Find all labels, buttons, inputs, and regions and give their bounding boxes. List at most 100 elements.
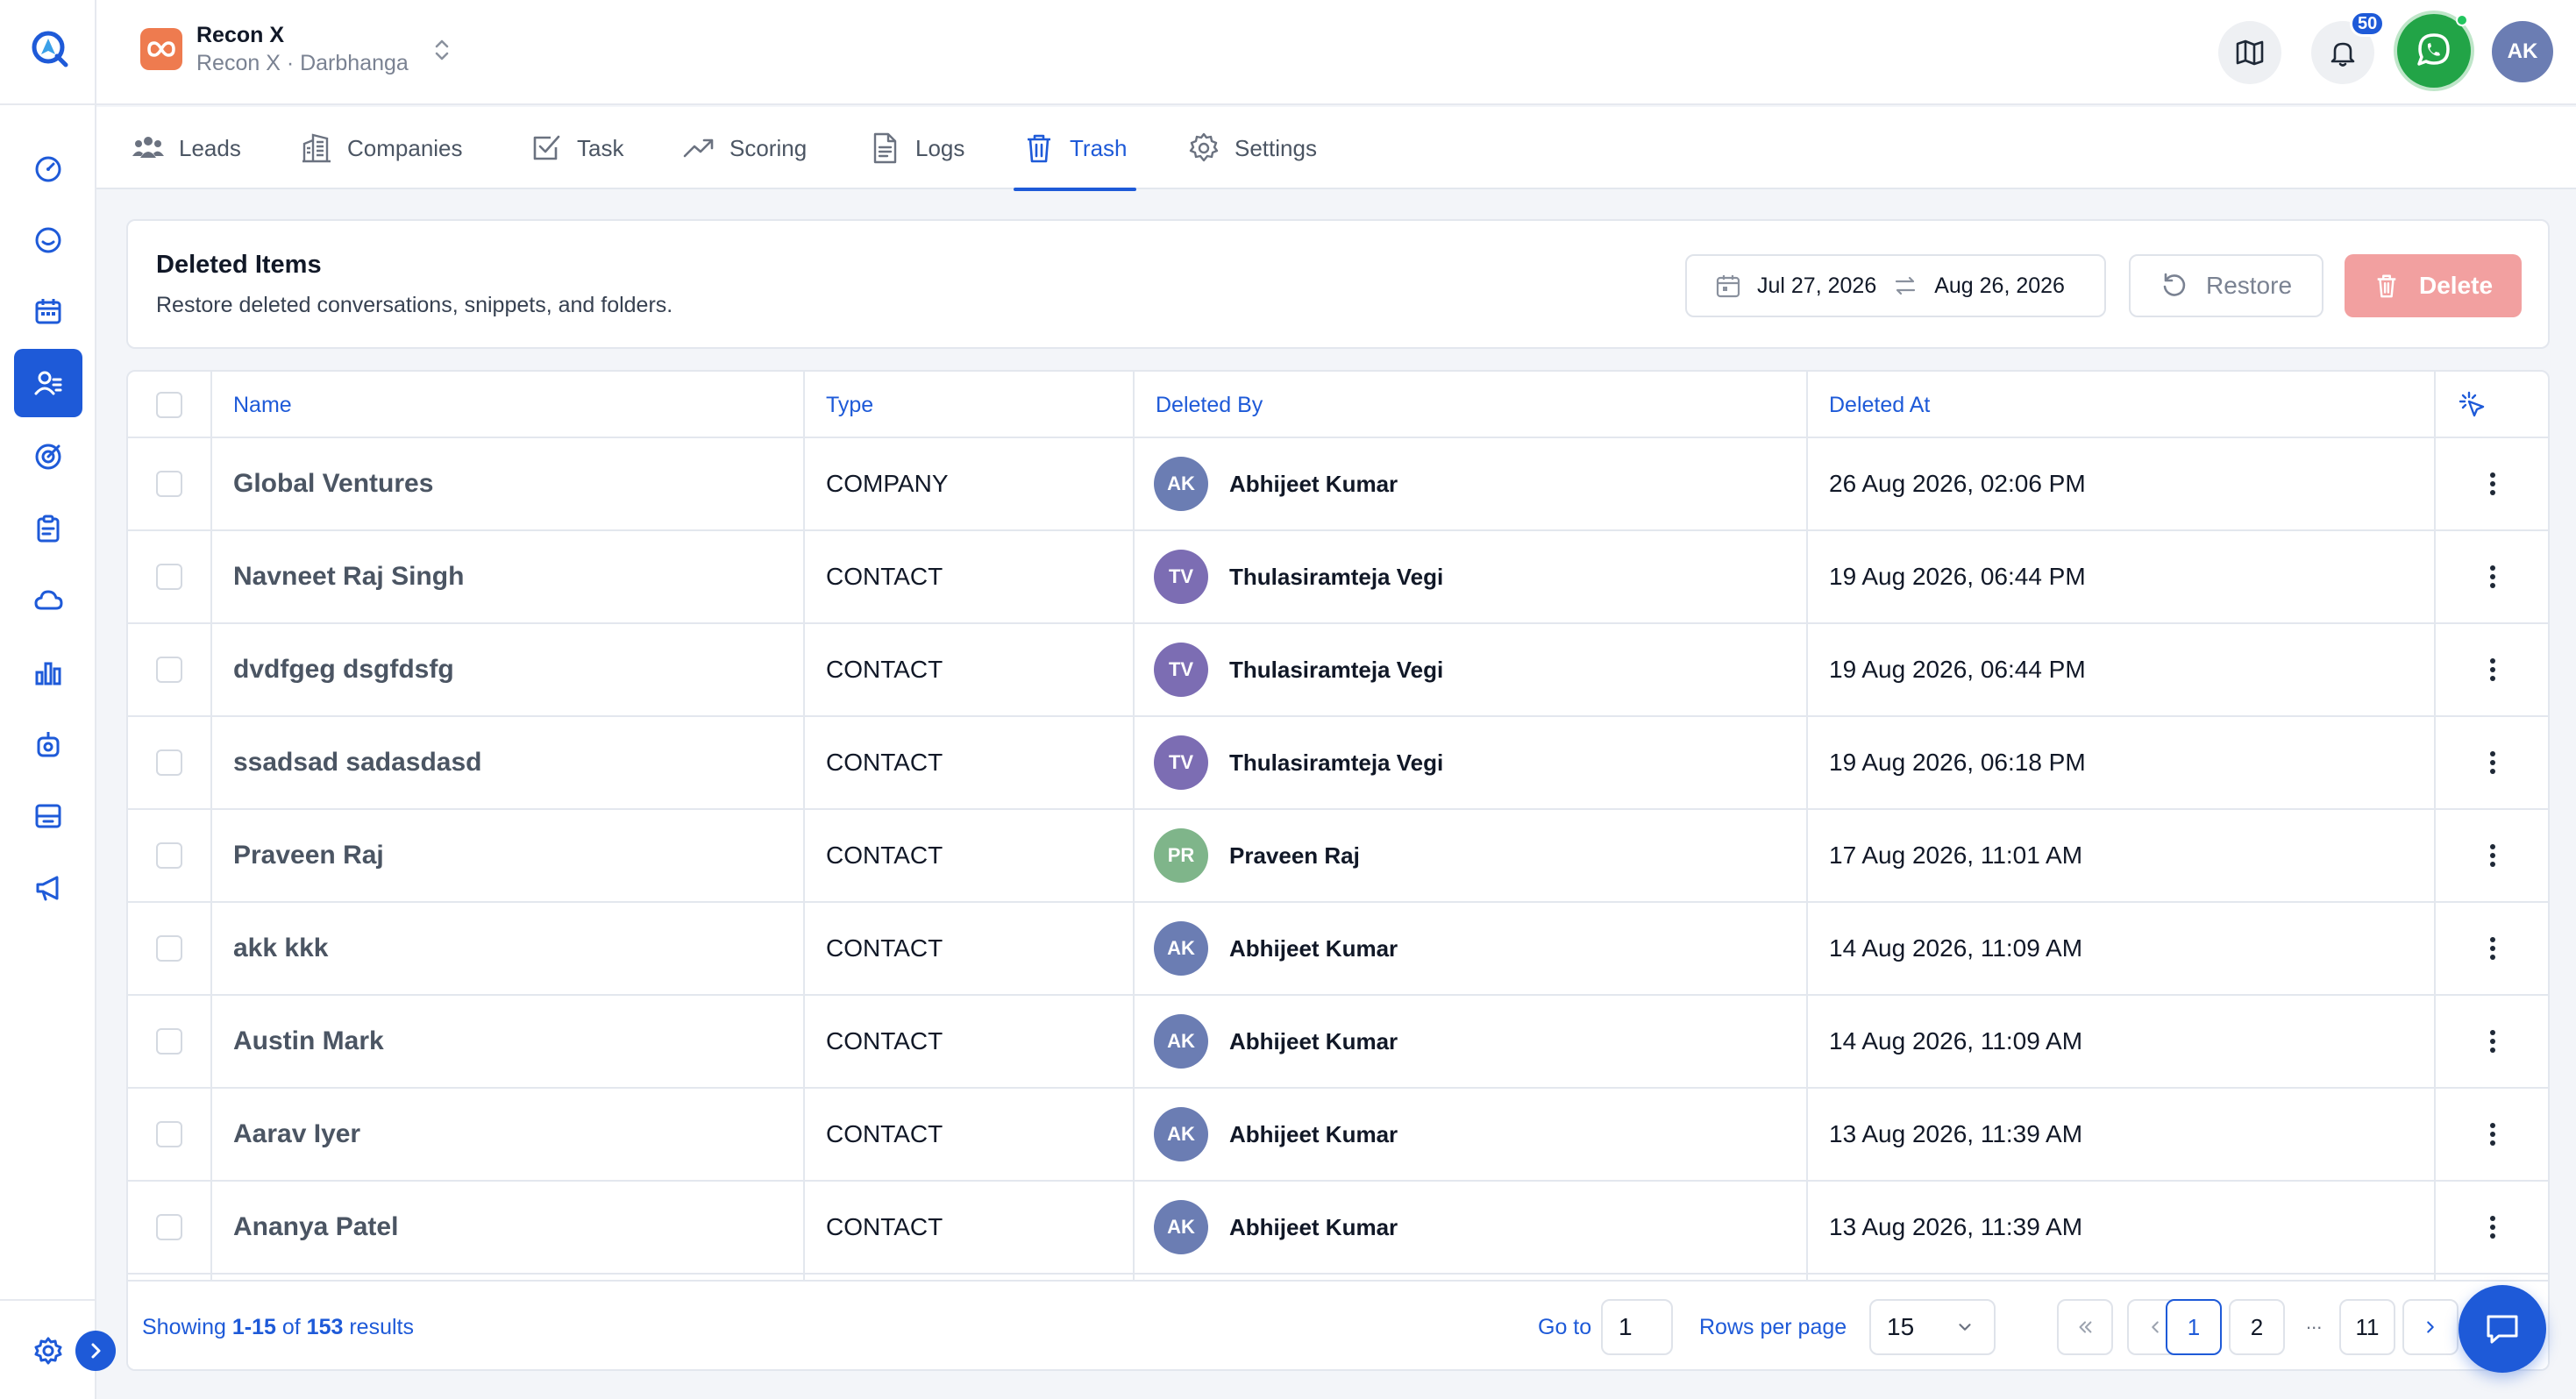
row-actions-button[interactable]	[2490, 438, 2497, 529]
restore-button[interactable]: Restore	[2129, 254, 2323, 317]
inbox-icon[interactable]	[26, 794, 70, 838]
item-name: akk kkk	[233, 934, 329, 962]
more-vertical-icon	[2490, 934, 2497, 963]
row-checkbox[interactable]	[156, 564, 182, 590]
row-checkbox[interactable]	[156, 657, 182, 683]
support-chat-button[interactable]	[2459, 1285, 2546, 1373]
deleted-items-header: Deleted Items Restore deleted conversati…	[126, 219, 2550, 349]
more-vertical-icon	[2490, 1119, 2497, 1149]
row-checkbox[interactable]	[156, 935, 182, 962]
deleted-at: 14 Aug 2026, 11:09 AM	[1829, 1027, 2083, 1055]
tab-logs[interactable]: Logs	[868, 107, 964, 189]
page-button-1[interactable]: 1	[2166, 1299, 2222, 1355]
restore-icon	[2163, 273, 2186, 296]
target-icon[interactable]	[26, 435, 70, 479]
table-row[interactable]: Global Ventures COMPANY AK Abhijeet Kumar 26…	[128, 438, 2548, 531]
table-row[interactable]: Ananya Patel CONTACT AK Abhijeet Kumar 13 Au…	[128, 1182, 2548, 1275]
row-actions-button[interactable]	[2490, 717, 2497, 808]
delete-label: Delete	[2418, 272, 2494, 299]
table-row[interactable]: dvdfgeg dsgfdsfg CONTACT TV Thulasiramteja …	[128, 624, 2548, 717]
avatar: PR	[1154, 828, 1208, 883]
rail-divider	[0, 103, 96, 105]
delete-button[interactable]: Delete	[2345, 254, 2522, 317]
more-vertical-icon	[2490, 562, 2497, 592]
clipboard-icon[interactable]	[26, 507, 70, 550]
deleted-by-cell: AK Abhijeet Kumar	[1154, 903, 1398, 994]
deleted-by-name: Abhijeet Kumar	[1229, 1027, 1398, 1055]
row-checkbox[interactable]	[156, 749, 182, 776]
row-actions-button[interactable]	[2490, 810, 2497, 901]
page-button-last[interactable]: 11	[2339, 1299, 2395, 1355]
user-avatar[interactable]: AK	[2492, 21, 2553, 82]
chat-bubble-icon[interactable]	[26, 219, 70, 263]
bot-icon[interactable]	[26, 722, 70, 766]
table-row[interactable]: Aarav Iyer CONTACT AK Abhijeet Kumar 13 Aug …	[128, 1089, 2548, 1182]
deleted-by-name: Thulasiramteja Vegi	[1229, 563, 1444, 590]
tab-companies-label: Companies	[347, 134, 463, 161]
workspace-switch-icon[interactable]	[431, 35, 452, 65]
date-from[interactable]: Jul 27, 2026	[1757, 273, 1876, 299]
deleted-by-cell: AK Abhijeet Kumar	[1154, 1089, 1398, 1180]
tab-trash-label: Trash	[1070, 134, 1128, 161]
goto-page-input[interactable]: 1	[1601, 1299, 1673, 1355]
deleted-by-name: Thulasiramteja Vegi	[1229, 656, 1444, 683]
row-actions-button[interactable]	[2490, 996, 2497, 1087]
row-select-cell	[156, 903, 182, 994]
showing-suffix: results	[349, 1315, 414, 1339]
table-row[interactable]: akk kkk CONTACT AK Abhijeet Kumar 14 Aug 202…	[128, 903, 2548, 996]
bar-chart-icon[interactable]	[26, 650, 70, 694]
column-header-deleted-by[interactable]: Deleted By	[1156, 372, 1263, 438]
workspace-subtitle[interactable]: Recon X · Darbhanga	[196, 51, 409, 76]
first-page-button[interactable]	[2057, 1299, 2113, 1355]
row-checkbox[interactable]	[156, 1214, 182, 1240]
column-settings-button[interactable]	[2457, 372, 2488, 438]
table-row[interactable]: Praveen Raj CONTACT PR Praveen Raj 17 Aug 20…	[128, 810, 2548, 903]
deleted-by-cell: TV Thulasiramteja Vegi	[1154, 624, 1443, 715]
row-actions-button[interactable]	[2490, 1089, 2497, 1180]
workspace-name[interactable]: Recon X	[196, 23, 284, 48]
row-actions-button[interactable]	[2490, 624, 2497, 715]
tab-leads[interactable]: Leads	[132, 107, 241, 189]
dashboard-icon[interactable]	[26, 147, 70, 191]
map-button[interactable]	[2218, 21, 2281, 84]
deleted-at: 17 Aug 2026, 11:01 AM	[1829, 842, 2083, 869]
app-logo-icon[interactable]	[29, 26, 71, 68]
row-actions-button[interactable]	[2490, 903, 2497, 994]
cloud-icon[interactable]	[26, 579, 70, 622]
rail-settings-icon[interactable]	[26, 1329, 70, 1373]
tab-scoring[interactable]: Scoring	[682, 107, 807, 189]
tab-task[interactable]: Task	[530, 107, 623, 189]
tab-companies[interactable]: Companies	[300, 107, 463, 189]
column-header-name[interactable]: Name	[233, 372, 292, 438]
row-actions-button[interactable]	[2490, 1182, 2497, 1273]
item-name: Praveen Raj	[233, 841, 384, 870]
column-header-type[interactable]: Type	[826, 372, 873, 438]
row-actions-button[interactable]	[2490, 531, 2497, 622]
table-row[interactable]: Austin Mark CONTACT AK Abhijeet Kumar 14 Aug…	[128, 996, 2548, 1089]
row-checkbox[interactable]	[156, 1121, 182, 1147]
page-button-2[interactable]: 2	[2229, 1299, 2285, 1355]
row-checkbox[interactable]	[156, 842, 182, 869]
more-vertical-icon	[2490, 655, 2497, 685]
more-vertical-icon	[2490, 841, 2497, 870]
rows-per-page-select[interactable]: 15	[1869, 1299, 1996, 1355]
select-all-checkbox[interactable]	[156, 392, 182, 418]
row-select-cell	[156, 1089, 182, 1180]
table-row[interactable]: Navneet Raj Singh CONTACT TV Thulasiramteja…	[128, 531, 2548, 624]
tab-settings[interactable]: Settings	[1187, 107, 1317, 189]
workspace-logo-icon[interactable]	[140, 28, 182, 70]
megaphone-icon[interactable]	[26, 866, 70, 910]
tab-trash[interactable]: Trash	[1014, 107, 1135, 191]
calendar-icon[interactable]	[26, 289, 70, 333]
expand-sidebar-button[interactable]	[75, 1331, 116, 1371]
item-type: CONTACT	[826, 1213, 943, 1240]
column-header-deleted-at[interactable]: Deleted At	[1829, 372, 1930, 438]
row-checkbox[interactable]	[156, 471, 182, 497]
date-to[interactable]: Aug 26, 2026	[1934, 273, 2065, 299]
table-row[interactable]: ssadsad sadasdasd CONTACT TV Thulasiramteja…	[128, 717, 2548, 810]
contacts-icon[interactable]	[14, 349, 82, 417]
next-page-button[interactable]	[2402, 1299, 2459, 1355]
online-status-dot	[2456, 14, 2468, 26]
date-range-picker[interactable]: Jul 27, 2026 Aug 26, 2026	[1685, 254, 2106, 317]
row-checkbox[interactable]	[156, 1028, 182, 1055]
